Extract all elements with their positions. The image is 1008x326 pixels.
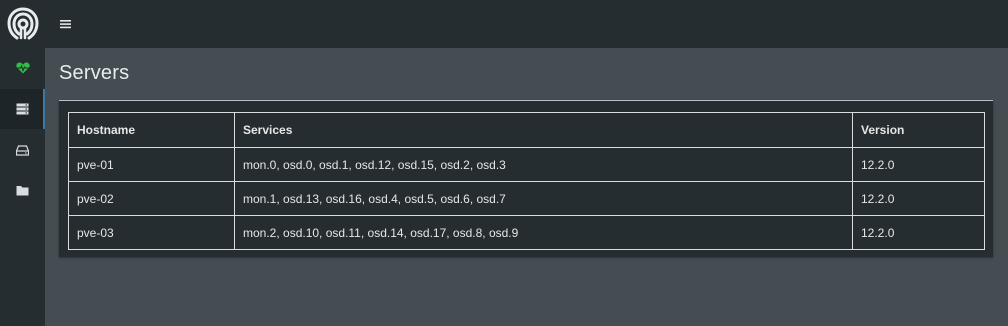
hamburger-menu-icon[interactable] [45,0,85,48]
table-row[interactable]: pve-02 mon.1, osd.13, osd.16, osd.4, osd… [68,181,985,216]
hamburger-glyph [59,20,71,29]
sidebar-item-health[interactable] [0,48,45,88]
services-cell: mon.2, osd.10, osd.11, osd.14, osd.17, o… [234,215,853,250]
ceph-logo-icon[interactable] [0,0,45,48]
drive-icon [16,144,29,156]
table-header-row: Hostname Services Version [68,112,985,148]
sidebar-item-storage[interactable] [0,130,45,170]
services-cell: mon.0, osd.0, osd.1, osd.12, osd.15, osd… [234,147,853,182]
version-cell: 12.2.0 [852,147,985,182]
table-row[interactable]: pve-03 mon.2, osd.10, osd.11, osd.14, os… [68,215,985,250]
sidebar-item-servers[interactable] [0,89,45,129]
hostname-cell: pve-02 [68,181,235,216]
column-header-version[interactable]: Version [852,112,985,148]
column-header-services[interactable]: Services [234,112,853,148]
column-header-hostname[interactable]: Hostname [68,112,235,148]
app-root: Servers Hostname Services Version pve-01… [0,0,1008,326]
table-row[interactable]: pve-01 mon.0, osd.0, osd.1, osd.12, osd.… [68,147,985,182]
sidebar [0,0,45,326]
sidebar-item-filesystem[interactable] [0,170,45,210]
services-cell: mon.1, osd.13, osd.16, osd.4, osd.5, osd… [234,181,853,216]
servers-panel: Hostname Services Version pve-01 mon.0, … [59,100,993,257]
hostname-cell: pve-01 [68,147,235,182]
page-title: Servers [59,62,130,84]
top-bar [45,0,1008,48]
hostname-cell: pve-03 [68,215,235,250]
heartbeat-icon [15,62,30,74]
version-cell: 12.2.0 [852,181,985,216]
server-list-icon [16,103,29,115]
ceph-logo-graphic [6,7,39,40]
servers-table: Hostname Services Version pve-01 mon.0, … [68,112,985,250]
version-cell: 12.2.0 [852,215,985,250]
folder-icon [16,185,29,195]
